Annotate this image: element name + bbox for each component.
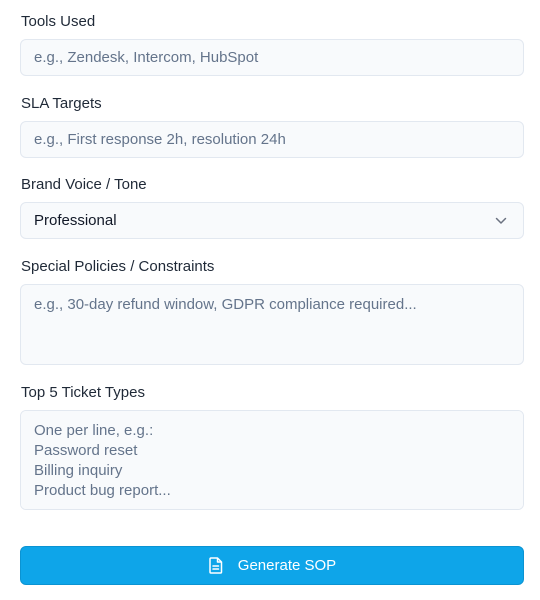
ticket-types-textarea[interactable]	[20, 410, 524, 510]
brand-voice-selected-value: Professional	[34, 212, 117, 229]
brand-voice-label: Brand Voice / Tone	[21, 176, 147, 193]
special-policies-label: Special Policies / Constraints	[21, 258, 215, 275]
sla-targets-input[interactable]	[20, 121, 524, 158]
generate-sop-label: Generate SOP	[237, 557, 337, 574]
special-policies-textarea[interactable]	[20, 284, 524, 365]
ticket-types-label: Top 5 Ticket Types	[21, 384, 145, 401]
sop-form: Tools Used SLA Targets Brand Voice / Ton…	[0, 0, 540, 600]
sla-targets-label: SLA Targets	[21, 95, 102, 112]
tools-used-label: Tools Used	[21, 13, 96, 30]
tools-used-input[interactable]	[20, 39, 524, 76]
chevron-down-icon	[494, 214, 508, 228]
brand-voice-select[interactable]: Professional	[20, 202, 524, 239]
document-icon	[208, 557, 224, 575]
generate-sop-button[interactable]: Generate SOP	[20, 546, 524, 585]
